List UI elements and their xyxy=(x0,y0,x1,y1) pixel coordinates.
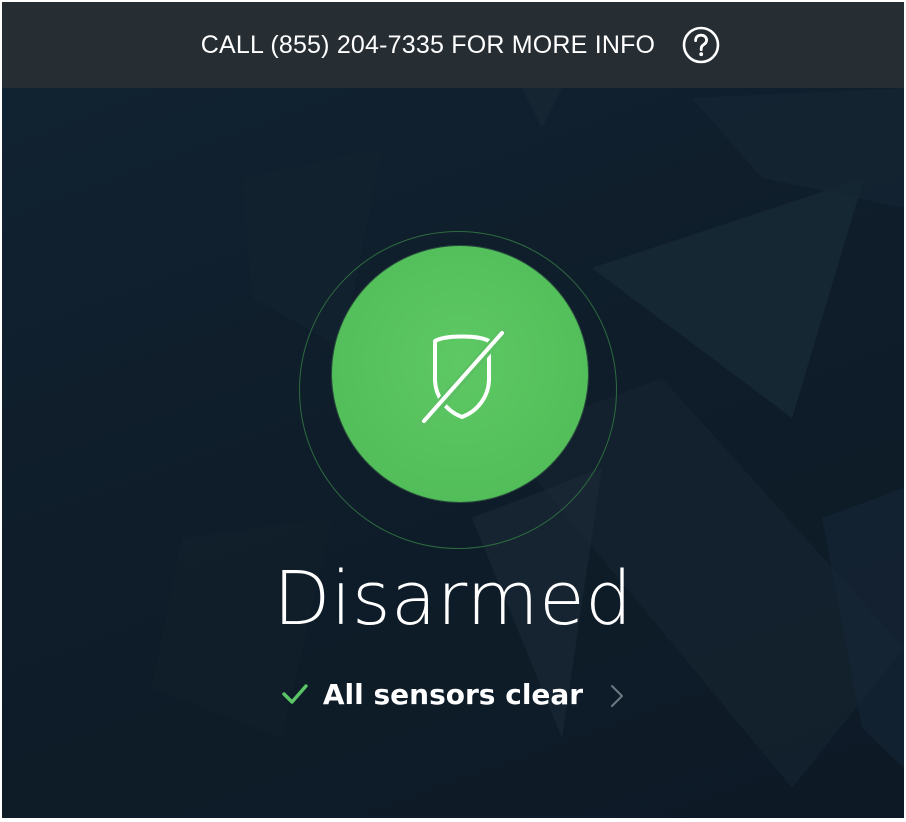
sensors-status-text: All sensors clear xyxy=(322,678,584,711)
call-info-text[interactable]: CALL (855) 204-7335 FOR MORE INFO xyxy=(201,31,655,60)
status-title: Disarmed xyxy=(273,556,633,642)
disarmed-status-button[interactable] xyxy=(332,246,588,502)
chevron-right-icon xyxy=(611,684,624,707)
info-bar: CALL (855) 204-7335 FOR MORE INFO xyxy=(2,2,904,88)
security-status-panel: Disarmed All sensors clear xyxy=(2,88,904,818)
app-frame: CALL (855) 204-7335 FOR MORE INFO Disarm… xyxy=(2,2,904,818)
checkmark-icon xyxy=(282,683,308,704)
question-circle-icon[interactable] xyxy=(681,25,721,65)
shield-slash-icon xyxy=(417,326,509,430)
sensors-status-link[interactable]: All sensors clear xyxy=(2,678,904,711)
